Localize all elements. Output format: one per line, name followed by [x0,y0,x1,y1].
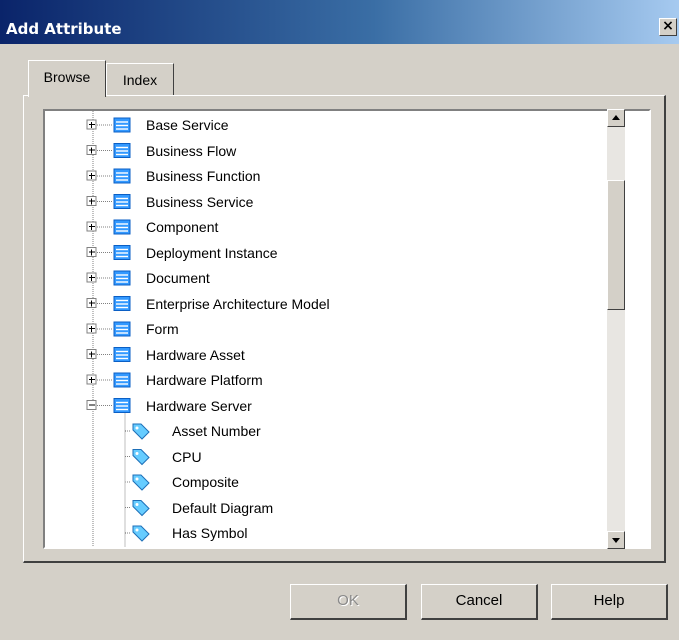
cancel-button-label: Cancel [455,592,503,609]
help-button-label: Help [593,592,625,609]
help-button[interactable]: Help [551,584,668,620]
tab-browse-label: Browse [43,69,91,85]
tab-browse[interactable]: Browse [28,60,106,97]
tab-index-label: Index [122,72,158,88]
ok-button[interactable]: OK [290,584,407,620]
browse-tab-panel [23,95,666,563]
close-button[interactable]: × [659,18,677,36]
close-icon: × [662,18,674,34]
cancel-button[interactable]: Cancel [421,584,538,620]
window-title: Add Attribute [6,20,122,38]
tab-index[interactable]: Index [106,63,174,95]
title-bar[interactable]: Add Attribute × [0,0,679,44]
ok-button-label: OK [337,592,359,609]
